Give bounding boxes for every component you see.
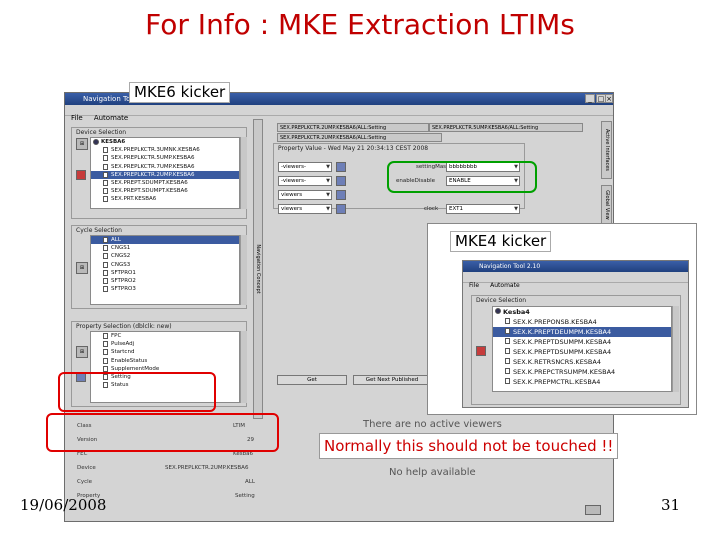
list-item[interactable]: SEX.PREPLKCTR.7UMP.KESBA6	[91, 163, 239, 171]
cycle-tool-icon[interactable]: ⊞	[76, 262, 88, 274]
list-item[interactable]: SEX.PREPT.SDUMPT.KESBA6	[91, 187, 239, 195]
navigation-concept-tab[interactable]: Navigation Concept	[253, 119, 263, 419]
list-item-selected[interactable]: ALL	[91, 236, 239, 245]
viewer-select[interactable]: viewers	[278, 204, 332, 214]
inset-menu-automate[interactable]: Automate	[490, 282, 520, 289]
tab-global-view[interactable]: Global View	[601, 185, 612, 225]
cycle-selection-title: Cycle Selection	[76, 227, 122, 234]
viewer-open-icon[interactable]	[336, 190, 346, 200]
list-item[interactable]: Startcnd	[91, 348, 239, 356]
inset-window-title: Navigation Tool 2.10	[479, 263, 541, 270]
device-scrollbar[interactable]	[240, 137, 247, 209]
info-value: ALL	[245, 479, 255, 485]
list-item[interactable]: SEX.K.RETRSNCRS.KESBA4	[493, 357, 671, 367]
viewer-select[interactable]: viewers	[278, 190, 332, 200]
warning-note: Normally this should not be touched !!	[319, 433, 619, 459]
list-item[interactable]: SEX.K.PREPCTRSUMPM.KESBA4	[493, 367, 671, 377]
menu-file[interactable]: File	[71, 113, 83, 123]
cycle-scrollbar[interactable]	[240, 235, 247, 305]
inset-tree-root[interactable]: Kesba4	[493, 307, 671, 317]
viewer-select[interactable]: -viewers-	[278, 176, 332, 186]
device-selection-title: Device Selection	[76, 129, 127, 136]
enable-highlight-box	[387, 161, 537, 193]
no-help-text: No help available	[389, 467, 476, 478]
inset-window: Navigation Tool 2.10 File Automate Devic…	[462, 260, 689, 408]
viewer-open-icon[interactable]	[336, 162, 346, 172]
list-item[interactable]: SEX.K.PREPMCTRL.KESBA4	[493, 377, 671, 387]
list-item[interactable]: FPC	[91, 332, 239, 340]
inset-titlebar: Navigation Tool 2.10	[463, 261, 688, 272]
info-key: Cycle	[77, 479, 93, 485]
device-red-icon[interactable]	[76, 170, 86, 180]
list-item[interactable]: EnableStatus	[91, 357, 239, 365]
slide-title: For Info : MKE Extraction LTIMs	[145, 8, 575, 41]
list-item[interactable]: SEX.PRT.KESBA6	[91, 195, 239, 203]
tree-expand-icon[interactable]: ⊞	[76, 138, 88, 150]
list-item[interactable]: SEX.PREPLKCTR.5UMP.KESBA6	[91, 154, 239, 162]
device-list[interactable]: KESBA6 SEX.PREPLKCTR.3UMNK.KESBA6 SEX.PR…	[90, 137, 240, 209]
tab-device-setting-2[interactable]: SEX.PREPLKCTR.5UMP.KESBA6/ALL:Setting	[429, 123, 583, 132]
mke6-kicker-label: MKE6 kicker	[129, 82, 231, 103]
class-highlight-box	[46, 413, 279, 452]
cycle-list[interactable]: ALL CNGS1 CNGS2 CNGS3 SFTPRO1 SFTPRO2 SF…	[90, 235, 240, 305]
viewer-select[interactable]: -viewers-	[278, 162, 332, 172]
menu-bar: File Automate	[65, 105, 613, 122]
list-item[interactable]: PulseAdj	[91, 340, 239, 348]
help-button[interactable]	[585, 505, 601, 515]
no-active-viewers-text: There are no active viewers	[363, 419, 502, 430]
property-value-title: Property Value - Wed May 21 20:34:13 CES…	[278, 145, 429, 152]
get-next-published-button[interactable]: Get Next Published	[353, 375, 431, 385]
inset-device-list[interactable]: Kesba4 SEX.K.PREPONSB.KESBA4 SEX.K.PREPT…	[492, 306, 672, 392]
menu-automate[interactable]: Automate	[94, 113, 128, 123]
clock-label: clock	[424, 206, 439, 212]
device-selection-panel: Device Selection ⊞ KESBA6 SEX.PREPLKCTR.…	[71, 127, 247, 219]
list-item[interactable]: SEX.K.PREPONSB.KESBA4	[493, 317, 671, 327]
clock-select[interactable]: EXT1	[446, 204, 520, 214]
setting-highlight-box	[58, 372, 216, 412]
list-item[interactable]: CNGS2	[91, 252, 239, 260]
inset-scrollbar[interactable]	[672, 306, 679, 392]
device-tree-root[interactable]: KESBA6	[91, 138, 239, 146]
list-item[interactable]: CNGS1	[91, 244, 239, 252]
viewer-open-icon[interactable]	[336, 204, 346, 214]
mke4-kicker-label: MKE4 kicker	[450, 231, 552, 252]
tab-active-interfaces[interactable]: Active Interfaces	[601, 121, 612, 179]
slide-page-number: 31	[661, 496, 681, 514]
inset-device-panel: Device Selection Kesba4 SEX.K.PREPONSB.K…	[471, 295, 681, 405]
property-scrollbar[interactable]	[240, 331, 247, 403]
list-item[interactable]: SFTPRO3	[91, 285, 239, 293]
minimize-icon[interactable]: _	[585, 94, 595, 103]
inset-menu-file[interactable]: File	[469, 282, 479, 289]
list-item[interactable]: SEX.K.PREPTDSUMPM.KESBA4	[493, 337, 671, 347]
inset-red-icon[interactable]	[476, 346, 486, 356]
list-item[interactable]: SEX.PREPLKCTR.3UMNK.KESBA6	[91, 146, 239, 154]
list-item[interactable]: CNGS3	[91, 261, 239, 269]
info-value: SEX.PREPLKCTR.2UMP.KESBA6	[165, 465, 249, 471]
info-key: Device	[77, 465, 96, 471]
cycle-selection-panel: Cycle Selection ⊞ ALL CNGS1 CNGS2 CNGS3 …	[71, 225, 247, 309]
tab-device-setting-active[interactable]: SEX.PREPLKCTR.2UMP.KESBA6/ALL:Setting	[277, 133, 442, 142]
mke4-inset: MKE4 kicker Navigation Tool 2.10 File Au…	[427, 223, 697, 415]
close-icon[interactable]: ×	[605, 94, 613, 103]
inset-device-title: Device Selection	[476, 297, 527, 304]
list-item-selected[interactable]: SEX.K.PREPTDEUMPM.KESBA4	[493, 327, 671, 337]
viewer-open-icon[interactable]	[336, 176, 346, 186]
property-selection-title: Property Selection (dblclk: new)	[76, 323, 172, 330]
tab-device-setting-1[interactable]: SEX.PREPLKCTR.2UMP.KESBA6/ALL:Setting	[277, 123, 429, 132]
get-button[interactable]: Get	[277, 375, 347, 385]
info-value: Setting	[235, 493, 255, 499]
list-item[interactable]: SFTPRO1	[91, 269, 239, 277]
inset-menu-bar: File Automate	[463, 272, 688, 289]
list-item[interactable]: SFTPRO2	[91, 277, 239, 285]
list-item[interactable]: SEX.PREPT.SDUMPT.KESBA6	[91, 179, 239, 187]
list-item[interactable]: SEX.K.PREPTDSUMPM.KESBA4	[493, 347, 671, 357]
slide-date: 19/06/2008	[20, 496, 107, 514]
list-item-selected[interactable]: SEX.PREPLKCTR.2UMP.KESBA6	[91, 170, 239, 179]
property-tool-icon[interactable]: ⊞	[76, 346, 88, 358]
